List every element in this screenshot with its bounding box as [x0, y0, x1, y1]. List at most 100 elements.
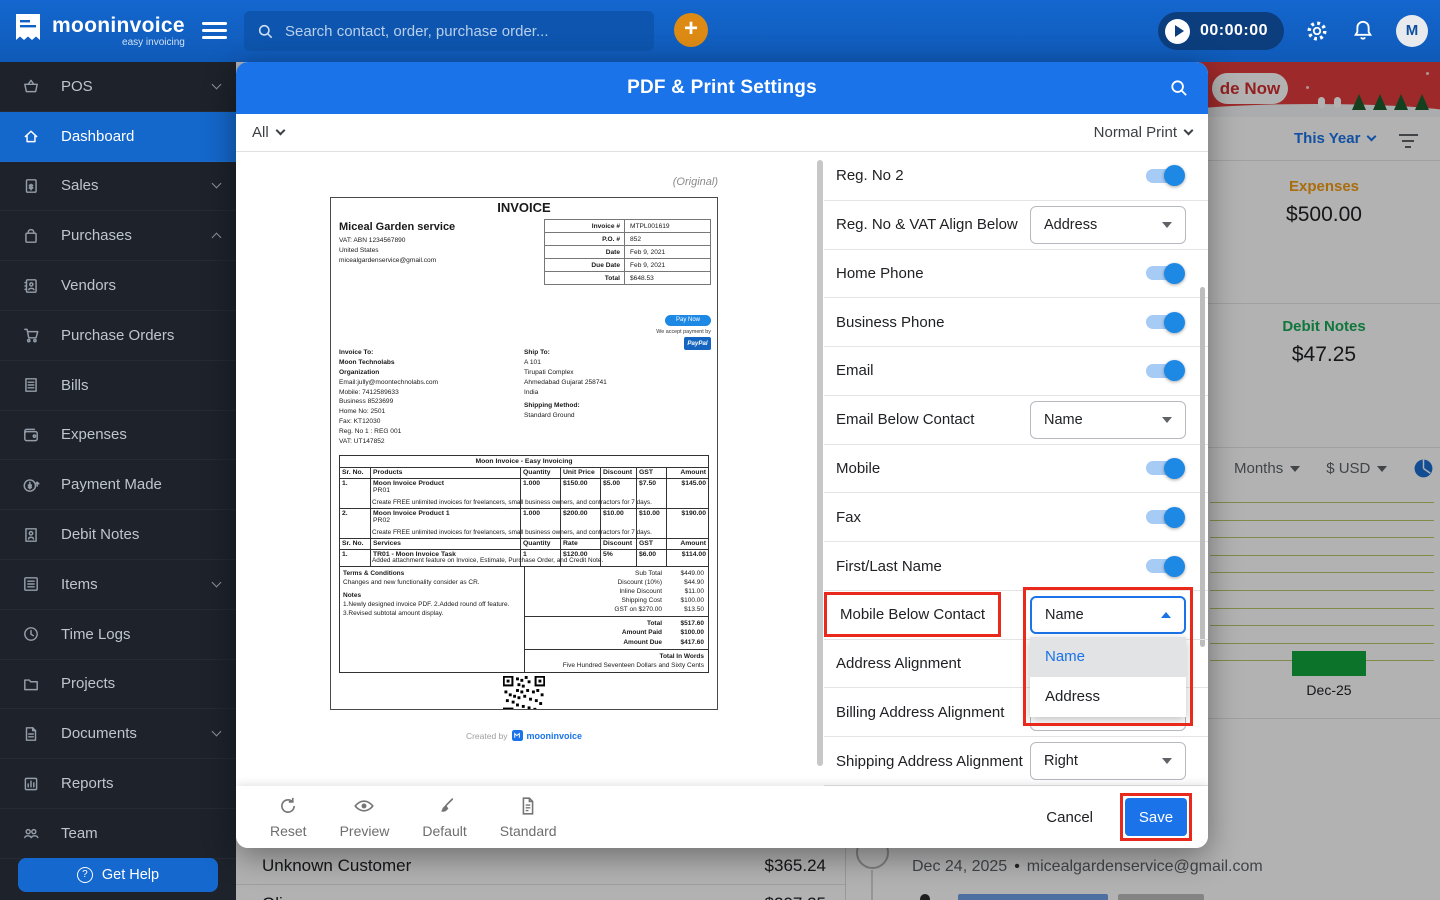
select-reg-no-vat-align-below[interactable]: Address — [1030, 205, 1186, 244]
toggle-business-phone[interactable] — [1146, 311, 1185, 333]
setting-row-home-phone: Home Phone — [824, 250, 1208, 299]
toggle-reg-no-2[interactable] — [1146, 165, 1185, 187]
sidebar-item-bills[interactable]: Bills — [0, 361, 236, 411]
save-button[interactable]: Save — [1125, 798, 1187, 836]
sidebar-item-payment-made[interactable]: Payment Made — [0, 460, 236, 511]
sidebar-item-label: Documents — [61, 725, 137, 743]
category-filter-dropdown[interactable]: All — [252, 124, 286, 141]
time-tracker[interactable]: 00:00:00 — [1157, 12, 1284, 50]
preview-icon — [353, 795, 375, 822]
quick-add-button[interactable]: + — [674, 13, 708, 47]
sidebar-item-pos[interactable]: POS — [0, 62, 236, 112]
setting-label-reg-no-vat-align-below: Reg. No & VAT Align Below — [836, 216, 1018, 234]
setting-label-shipping-address-alignment: Shipping Address Alignment — [836, 752, 1023, 770]
qr-code — [503, 675, 545, 709]
invoice-meta-row: P.O. #852 — [544, 232, 711, 246]
ship-to-block: Ship To: A 101 Tirupati Complex Ahmedabad G… — [524, 349, 607, 420]
toggle-fax[interactable] — [1146, 506, 1185, 528]
sidebar-item-items[interactable]: Items — [0, 560, 236, 610]
toggle-home-phone[interactable] — [1146, 262, 1185, 284]
preview-scrollbar[interactable] — [817, 160, 823, 766]
standard-button[interactable]: Standard — [500, 795, 557, 839]
sidebar-item-vendors[interactable]: Vendors — [0, 261, 236, 311]
select-mobile-below-contact[interactable]: Name — [1030, 595, 1186, 634]
documents-icon — [22, 725, 44, 743]
notifications-bell-icon[interactable] — [1350, 18, 1376, 44]
caret-down-icon — [1162, 221, 1172, 228]
dashboard-icon — [22, 127, 44, 145]
modal-header: PDF & Print Settings — [236, 62, 1208, 114]
reset-button[interactable]: Reset — [270, 795, 307, 839]
chevron-down-icon — [211, 79, 222, 90]
invoice-meta-table: Invoice # MTPL001619 P.O. #852 Date Feb 9, 2… — [544, 219, 711, 285]
sidebar-item-expenses[interactable]: Expenses — [0, 411, 236, 461]
sidebar-item-projects[interactable]: Projects — [0, 660, 236, 710]
timer-value: 00:00:00 — [1199, 22, 1268, 39]
sidebar-item-sales[interactable]: Sales — [0, 162, 236, 212]
modal-search-icon[interactable] — [1168, 77, 1190, 99]
setting-label-mobile: Mobile — [836, 459, 881, 477]
vendors-icon — [22, 277, 44, 295]
sidebar-item-label: Purchase Orders — [61, 326, 175, 344]
sidebar-item-purchases[interactable]: Purchases — [0, 211, 236, 262]
setting-label-fax: Fax — [836, 508, 862, 526]
action-label: Default — [422, 823, 467, 839]
sidebar-item-team[interactable]: Team — [0, 809, 236, 859]
setting-label-reg-no-2: Reg. No 2 — [836, 167, 904, 185]
toggle-first-last-name[interactable] — [1146, 555, 1185, 577]
setting-row-reg-no-2: Reg. No 2 — [824, 152, 1208, 201]
print-mode-dropdown[interactable]: Normal Print — [1094, 124, 1194, 141]
setting-row-reg-no-vat-align-below: Reg. No & VAT Align Below Address — [824, 201, 1208, 250]
preview-button[interactable]: Preview — [340, 795, 389, 839]
time-logs-icon — [22, 625, 44, 643]
setting-row-email-below-contact: Email Below Contact Name — [824, 396, 1208, 445]
sidebar-item-label: POS — [61, 77, 93, 95]
sidebar-item-time-logs[interactable]: Time Logs — [0, 610, 236, 660]
toggle-email[interactable] — [1146, 360, 1185, 382]
setting-row-fax: Fax — [824, 493, 1208, 543]
reset-icon — [277, 795, 299, 822]
sidebar-item-debit-notes[interactable]: Debit Notes — [0, 510, 236, 560]
setting-row-mobile: Mobile — [824, 445, 1208, 494]
pos-icon — [22, 77, 44, 95]
sidebar-item-documents[interactable]: Documents — [0, 709, 236, 760]
pay-now-button: Pay Now — [665, 315, 711, 326]
setting-label-email: Email — [836, 362, 874, 380]
bills-icon — [22, 376, 44, 394]
menu-icon[interactable] — [202, 22, 227, 43]
sidebar-item-purchase-orders[interactable]: Purchase Orders — [0, 311, 236, 361]
option-address[interactable]: Address — [1030, 677, 1186, 717]
mooninvoice-logo-icon — [14, 13, 42, 50]
select-shipping-address-alignment[interactable]: Right — [1030, 742, 1186, 781]
paypal-badge: PayPal — [684, 337, 711, 350]
pdf-print-settings-modal: PDF & Print Settings All Normal Print (O… — [236, 62, 1208, 848]
setting-row-email: Email — [824, 347, 1208, 396]
team-icon — [22, 824, 44, 842]
global-search-input[interactable]: Search contact, order, purchase order... — [244, 11, 654, 51]
sidebar-item-label: Sales — [61, 177, 99, 195]
get-help-button[interactable]: ? Get Help — [18, 858, 218, 892]
option-name[interactable]: Name — [1030, 636, 1186, 677]
setting-row-mobile-below-contact: Mobile Below Contact Name Name Address — [824, 586, 1208, 726]
sidebar-item-label: Purchases — [61, 227, 132, 245]
cancel-button[interactable]: Cancel — [1046, 809, 1093, 826]
debit-notes-icon — [22, 526, 44, 544]
select-email-below-contact[interactable]: Name — [1030, 400, 1186, 439]
sidebar-item-label: Vendors — [61, 277, 117, 295]
setting-label-email-below-contact: Email Below Contact — [836, 411, 975, 429]
default-icon — [434, 795, 456, 822]
sidebar-item-dashboard[interactable]: Dashboard — [0, 111, 236, 162]
settings-gear-icon[interactable] — [1304, 18, 1330, 44]
sidebar-nav: POS Dashboard Sales Purchases Vendors Purchas… — [0, 62, 236, 859]
toggle-mobile[interactable] — [1146, 457, 1185, 479]
search-placeholder: Search contact, order, purchase order... — [285, 22, 549, 40]
user-avatar[interactable]: M — [1396, 15, 1428, 47]
invoice-preview-panel: (Original) INVOICE Miceal Garden service… — [236, 152, 824, 786]
payment-made-icon — [22, 476, 44, 494]
expenses-icon — [22, 426, 44, 444]
standard-icon — [517, 795, 539, 822]
default-button[interactable]: Default — [422, 795, 467, 839]
action-label: Reset — [270, 823, 307, 839]
sidebar-item-reports[interactable]: Reports — [0, 759, 236, 809]
get-help-label: Get Help — [101, 867, 160, 883]
